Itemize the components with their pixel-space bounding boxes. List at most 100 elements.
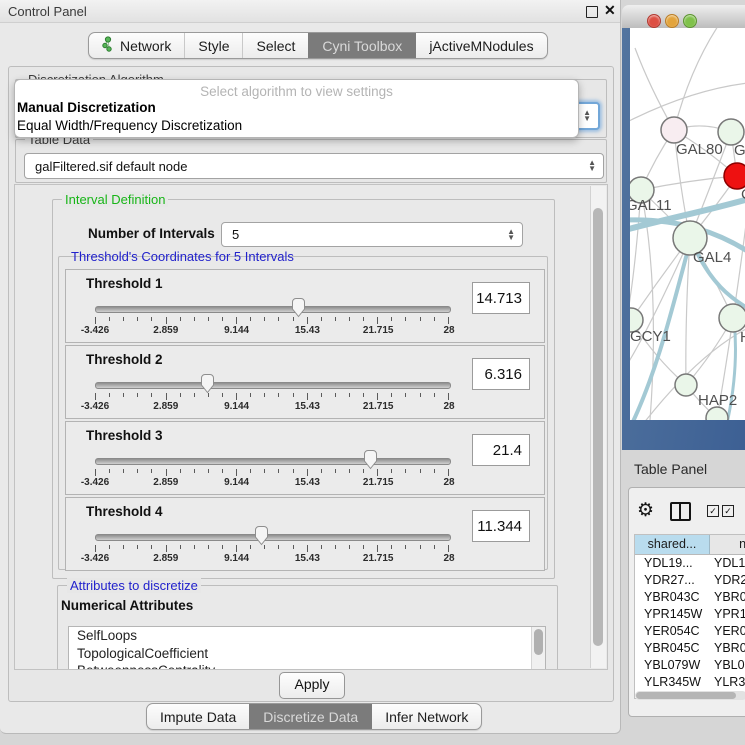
column-header-1[interactable]: shared... [635,535,710,554]
attribute-item-betweennesscentrality[interactable]: BetweennessCentrality [69,662,545,670]
table-row[interactable]: YBR043CYBR0 [635,589,745,606]
checked-checkbox-icon[interactable]: ✓ [722,505,734,517]
table-row[interactable]: YDL19...YDL1 [635,555,745,572]
close-icon[interactable]: ✕ [604,2,616,19]
slider-knob[interactable] [363,450,378,470]
network-canvas[interactable]: GAL80GACGAL11GAL4GCY1HHAP2 [630,28,745,420]
attribute-item-topologicalcoefficient[interactable]: TopologicalCoefficient [69,645,545,663]
table-cell: YER0 [710,623,745,640]
network-window-titlebar[interactable] [622,5,745,29]
table-panel-toolbar: ⚙ ✓ ✓ [637,496,734,526]
column-header-2[interactable]: na [710,535,745,554]
table-row[interactable]: YDR27...YDR2 [635,572,745,589]
float-window-icon[interactable] [586,6,598,18]
table-horizontal-scrollbar[interactable] [635,691,745,700]
tab-label: Style [198,38,229,54]
attributes-scrollbar[interactable] [531,627,545,670]
close-traffic-light-icon[interactable] [647,14,661,28]
slider-track[interactable] [95,306,451,313]
tick-label: 15.43 [295,553,320,564]
minimize-traffic-light-icon[interactable] [665,14,679,28]
node-label-GCY1: GCY1 [630,328,671,345]
settings-scroll-view: Interval Definition Number of Intervals … [14,184,608,670]
tab-jactivemnodules[interactable]: jActiveMNodules [415,33,546,58]
combo-arrows-icon: ▲▼ [583,104,591,128]
table-data-combo[interactable]: galFiltered.sif default node ▲▼ [24,153,604,179]
tick-label: 2.859 [153,401,178,412]
bottom-tab-bar: Impute DataDiscretize DataInfer Network [146,703,482,730]
tick-label: 15.43 [295,401,320,412]
table-cell: YPR1 [710,606,745,623]
algorithm-option-manual-discretization[interactable]: Manual Discretization [15,99,578,117]
select-columns-icons[interactable]: ✓ ✓ [707,505,734,517]
node-table[interactable]: shared...na YDL19...YDL1YDR27...YDR2YBR0… [634,534,745,699]
table-row[interactable]: YLR345WYLR3 [635,674,745,691]
threshold-value-field[interactable]: 21.4 [472,434,530,466]
table-row[interactable]: YBL079WYBL0 [635,657,745,674]
tick-label: -3.426 [81,325,109,336]
tab-discretize-data[interactable]: Discretize Data [249,704,371,729]
slider-knob[interactable] [200,374,215,394]
node-HAP2[interactable] [675,374,697,396]
node-H[interactable] [719,304,745,332]
threshold-slider[interactable]: -3.4262.8599.14415.4321.71528 [95,528,449,566]
table-cell: YBR045C [635,640,710,657]
slider-knob[interactable] [254,526,269,546]
tick-label: 9.144 [224,553,249,564]
slider-ticks [95,469,449,476]
gear-icon[interactable]: ⚙ [637,501,654,521]
tick-label: 15.43 [295,325,320,336]
tick-label: 28 [443,553,454,564]
number-of-intervals-label: Number of Intervals [88,226,215,241]
tick-label: 21.715 [363,325,394,336]
node-label-C: C [741,186,745,203]
table-row[interactable]: YER054CYER0 [635,623,745,640]
tab-network[interactable]: Network [89,33,184,58]
node-GAL80[interactable] [661,117,687,143]
tab-infer-network[interactable]: Infer Network [371,704,481,729]
tick-label: 9.144 [224,325,249,336]
threshold-value-field[interactable]: 11.344 [472,510,530,542]
table-data-combo-value: galFiltered.sif default node [35,159,187,174]
numerical-attributes-list[interactable]: SelfLoopsTopologicalCoefficientBetweenne… [68,626,546,670]
slider-track[interactable] [95,458,451,465]
threshold-slider[interactable]: -3.4262.8599.14415.4321.71528 [95,452,449,490]
algorithm-popup-options: Manual DiscretizationEqual Width/Frequen… [15,99,578,134]
threshold-slider[interactable]: -3.4262.8599.14415.4321.71528 [95,300,449,338]
zoom-traffic-light-icon[interactable] [683,14,697,28]
checked-checkbox-icon[interactable]: ✓ [707,505,719,517]
slider-track[interactable] [95,534,451,541]
thresholds-group: Threshold's Coordinates for 5 Intervals … [58,256,548,570]
slider-knob[interactable] [291,298,306,318]
tick-label: 28 [443,325,454,336]
node-label-HAP2: HAP2 [698,392,737,409]
slider-tick-labels: -3.4262.8599.14415.4321.71528 [95,325,449,337]
attributes-group-title: Attributes to discretize [67,578,201,593]
threshold-value-field[interactable]: 14.713 [472,282,530,314]
combo-arrows-icon: ▲▼ [507,223,515,246]
tab-label: Select [256,38,295,54]
columns-icon[interactable] [670,502,691,521]
tab-impute-data[interactable]: Impute Data [147,704,249,729]
table-cell: YDL1 [710,555,745,572]
threshold-panel-2: Threshold 2-3.4262.8599.14415.4321.71528… [65,345,545,419]
number-of-intervals-combo[interactable]: 5 ▲▼ [221,222,523,247]
table-row[interactable]: YBR045CYBR0 [635,640,745,657]
tab-cyni-toolbox[interactable]: Cyni Toolbox [308,33,415,58]
threshold-value-field[interactable]: 6.316 [472,358,530,390]
table-cell: YBR0 [710,589,745,606]
tab-style[interactable]: Style [184,33,242,58]
main-scrollbar[interactable] [590,186,606,668]
tick-label: -3.426 [81,477,109,488]
table-header-row[interactable]: shared...na [635,535,745,555]
threshold-slider[interactable]: -3.4262.8599.14415.4321.71528 [95,376,449,414]
tab-label: jActiveMNodules [429,38,533,54]
slider-track[interactable] [95,382,451,389]
algorithm-option-equal-width-frequency-discretization[interactable]: Equal Width/Frequency Discretization [15,117,578,135]
attribute-item-selfloops[interactable]: SelfLoops [69,627,545,645]
tab-select[interactable]: Select [242,33,308,58]
tab-label: Cyni Toolbox [322,38,402,54]
table-row[interactable]: YPR145WYPR1 [635,606,745,623]
apply-button[interactable]: Apply [279,672,345,699]
node-label-GAL4: GAL4 [693,249,731,266]
